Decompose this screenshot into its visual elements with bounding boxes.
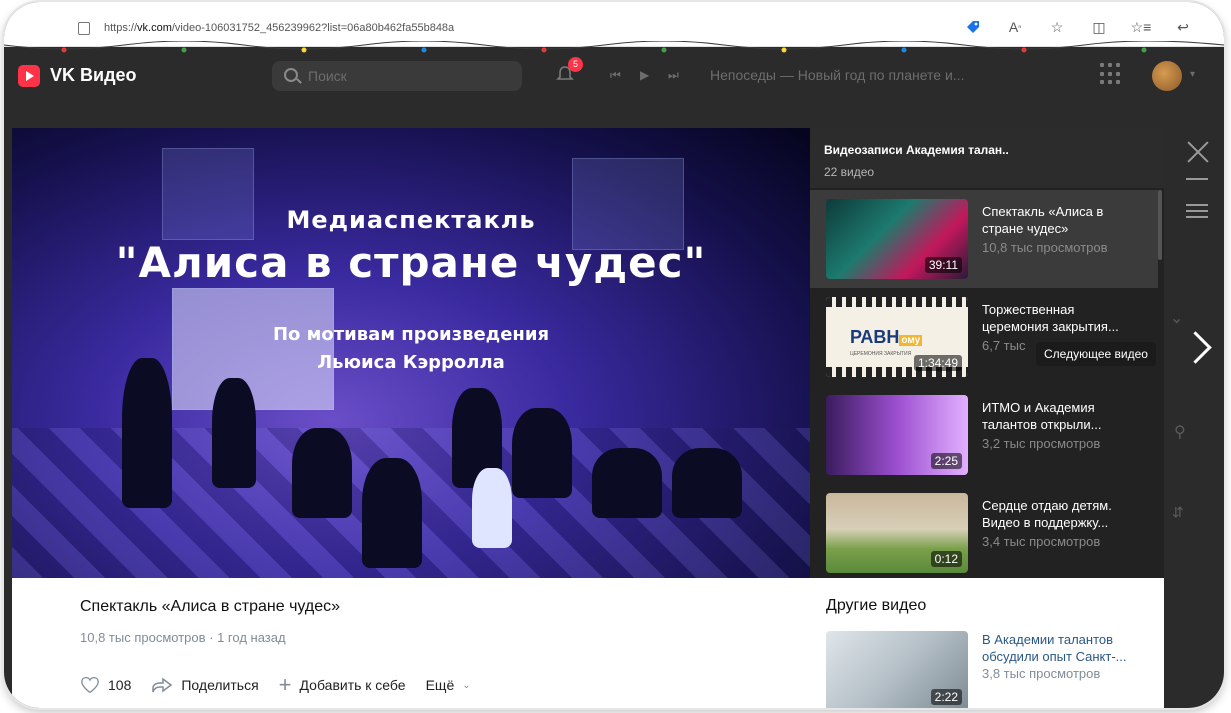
scene-window bbox=[572, 158, 684, 250]
scene-screen bbox=[172, 288, 334, 410]
tag-icon[interactable] bbox=[962, 16, 984, 38]
other-videos: Другие видео 2:22 В Академии талантов об… bbox=[810, 578, 1164, 708]
playlist-toggle-icon[interactable] bbox=[1186, 204, 1208, 222]
scene-figure bbox=[122, 358, 172, 508]
scene-figure bbox=[212, 378, 256, 488]
collections-icon[interactable]: ↩ bbox=[1172, 16, 1194, 38]
add-label: Добавить к себе bbox=[299, 677, 406, 693]
video-title: Спектакль «Алиса в стране чудес» bbox=[80, 598, 341, 615]
share-label: Поделиться bbox=[181, 677, 259, 693]
chevron-down-icon[interactable]: ▾ bbox=[1190, 69, 1195, 80]
duration-label: 2:22 bbox=[930, 689, 962, 705]
playlist-item-title: Сердце отдаю детям. Видео в поддержку... bbox=[982, 498, 1112, 530]
playlist-item-views: 10,8 тыс просмотров bbox=[982, 240, 1108, 255]
scene-figure bbox=[362, 458, 422, 568]
heart-icon bbox=[81, 676, 99, 694]
playlist-header: Видеозаписи Академия талан.. 22 видео bbox=[810, 128, 1164, 188]
video-meta: 10,8 тыс просмотров · 1 год назад bbox=[80, 630, 286, 645]
chevron-down-icon: ⌄ bbox=[1170, 310, 1184, 327]
url-text[interactable]: https://vk.com/video-106031752_456239962… bbox=[104, 22, 454, 34]
chevron-down-icon: ⌄ bbox=[462, 679, 471, 691]
avatar[interactable] bbox=[1152, 61, 1182, 91]
favorites-list-icon[interactable]: ☆≡ bbox=[1130, 16, 1152, 38]
playlist-item-views: 3,2 тыс просмотров bbox=[982, 436, 1101, 451]
playlist-item[interactable]: 39:11 Спектакль «Алиса в стране чудес» 1… bbox=[810, 190, 1158, 288]
playlist-item-views: 3,4 тыс просмотров bbox=[982, 534, 1101, 549]
vk-header: VK Видео Поиск 5 ⏮ ▶ ⏭ Непоседы — Новый … bbox=[4, 41, 1224, 105]
play-icon[interactable]: ▶ bbox=[640, 68, 649, 82]
scene-figure bbox=[292, 428, 352, 518]
close-icon[interactable] bbox=[1184, 138, 1212, 166]
previous-track-icon[interactable]: ⏮ bbox=[610, 68, 621, 83]
plus-icon: + bbox=[278, 672, 292, 697]
duration-label: 1:34:49 bbox=[913, 355, 962, 371]
like-count: 108 bbox=[108, 677, 132, 693]
more-button[interactable]: Ещё ⌄ bbox=[426, 677, 471, 693]
scene-figure-light bbox=[472, 468, 512, 548]
split-screen-icon[interactable]: ◫ bbox=[1088, 16, 1110, 38]
playlist-count: 22 видео bbox=[824, 165, 875, 179]
page-icon bbox=[78, 22, 90, 35]
video-info: Спектакль «Алиса в стране чудес» 10,8 ты… bbox=[12, 578, 810, 708]
add-to-library-button[interactable]: + Добавить к себе bbox=[278, 672, 406, 697]
share-button[interactable]: Поделиться bbox=[151, 676, 259, 694]
thumbnail-caption: ЦЕРЕМОНИЯ ЗАКРЫТИЯ bbox=[850, 351, 912, 357]
browser-frame: https://vk.com/video-106031752_456239962… bbox=[4, 2, 1224, 708]
favorite-star-icon[interactable]: ☆ bbox=[1046, 16, 1068, 38]
playlist-title[interactable]: Видеозаписи Академия талан.. bbox=[824, 143, 1009, 157]
video-overlay-line4: Льюиса Кэрролла bbox=[317, 352, 505, 373]
sort-icon: ⇵ bbox=[1172, 504, 1184, 520]
other-video-views: 3,8 тыс просмотров bbox=[982, 666, 1101, 681]
video-thumbnail: РАВН ому ЦЕРЕМОНИЯ ЗАКРЫТИЯ 1:34:49 bbox=[826, 297, 968, 377]
thumbnail-logo: РАВН ому bbox=[850, 327, 923, 347]
next-video-arrow-icon[interactable] bbox=[1179, 331, 1212, 364]
read-aloud-icon[interactable]: Aⁿ bbox=[1004, 16, 1026, 38]
brand-name[interactable]: VK Видео bbox=[50, 65, 137, 86]
apps-grid-icon[interactable] bbox=[1100, 63, 1122, 85]
video-thumbnail: 2:25 bbox=[826, 395, 968, 475]
search-placeholder: Поиск bbox=[308, 68, 347, 84]
scene-figure bbox=[672, 448, 742, 518]
video-player[interactable]: Медиаспектакль "Алиса в стране чудес" По… bbox=[12, 128, 810, 578]
video-thumbnail: 39:11 bbox=[826, 199, 968, 279]
playlist-scrollbar[interactable] bbox=[1158, 190, 1162, 260]
more-label: Ещё bbox=[425, 677, 455, 693]
now-playing-track[interactable]: Непоседы — Новый год по планете и... bbox=[710, 67, 964, 83]
next-video-tooltip: Следующее видео bbox=[1036, 342, 1156, 366]
video-actions: 108 Поделиться + Добавить к себе Ещё ⌄ bbox=[80, 672, 471, 697]
search-icon bbox=[284, 68, 298, 82]
playlist-item[interactable]: РАВН ому ЦЕРЕМОНИЯ ЗАКРЫТИЯ 1:34:49 Торже… bbox=[810, 288, 1158, 386]
other-video-title[interactable]: В Академии талантов обсудили опыт Санкт-… bbox=[982, 631, 1152, 665]
playlist-item-title: ИТМО и Академия талантов открыли... bbox=[982, 400, 1102, 432]
other-videos-heading: Другие видео bbox=[826, 597, 927, 614]
next-track-icon[interactable]: ⏭ bbox=[668, 68, 679, 83]
minimize-icon[interactable] bbox=[1186, 178, 1208, 180]
video-overlay-title: "Алиса в стране чудес" bbox=[115, 238, 707, 287]
video-overlay-line1: Медиаспектакль bbox=[286, 206, 536, 234]
like-button[interactable]: 108 bbox=[80, 676, 131, 694]
playlist-item-title: Спектакль «Алиса в стране чудес» bbox=[982, 204, 1104, 236]
scene-figure bbox=[512, 408, 572, 498]
duration-label: 0:12 bbox=[930, 551, 962, 567]
scene-figure bbox=[592, 448, 662, 518]
notification-badge: 5 bbox=[568, 57, 583, 72]
video-overlay-line3: По мотивам произведения bbox=[272, 324, 550, 345]
garland-decoration bbox=[4, 41, 1224, 53]
share-icon bbox=[152, 677, 173, 693]
playlist-item[interactable]: 2:25 ИТМО и Академия талантов открыли...… bbox=[810, 386, 1158, 484]
vk-video-logo-icon[interactable] bbox=[18, 65, 40, 87]
playlist-item-title: Торжественная церемония закрытия... bbox=[982, 302, 1119, 334]
search-icon: ⚲ bbox=[1174, 424, 1186, 441]
duration-label: 39:11 bbox=[924, 257, 962, 273]
duration-label: 2:25 bbox=[930, 453, 962, 469]
modal-side-controls: ⌄ ⚲ ⇵ bbox=[1164, 128, 1224, 708]
search-input[interactable]: Поиск bbox=[272, 61, 522, 91]
video-thumbnail: 0:12 bbox=[826, 493, 968, 573]
playlist-item[interactable]: 0:12 Сердце отдаю детям. Видео в поддерж… bbox=[810, 484, 1158, 582]
video-thumbnail[interactable]: 2:22 bbox=[826, 631, 968, 708]
playlist-item-views: 6,7 тыс bbox=[982, 338, 1026, 353]
